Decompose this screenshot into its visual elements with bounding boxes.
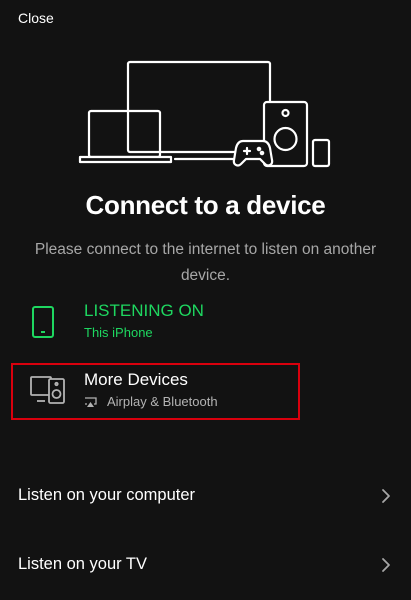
more-devices-label: More Devices [84, 370, 188, 389]
current-device-row: LISTENING ON This iPhone [26, 301, 376, 357]
current-device-name: This iPhone [84, 325, 153, 340]
chevron-right-icon [382, 558, 390, 572]
speaker-desktop-icon [30, 376, 65, 404]
listening-on-label: LISTENING ON [84, 301, 204, 320]
page-title: Connect to a device [85, 190, 326, 220]
devices-illustration [78, 60, 331, 168]
chevron-right-icon [382, 489, 390, 503]
tv-icon [126, 60, 272, 154]
listen-on-tv-label: Listen on your TV [18, 555, 148, 573]
page-subtitle: Please connect to the internet to listen… [34, 241, 377, 284]
listen-on-computer-label: Listen on your computer [18, 486, 196, 504]
more-devices-sub: Airplay & Bluetooth [107, 394, 218, 409]
top-bar: Close [0, 0, 411, 38]
laptop-icon [87, 109, 162, 159]
airplay-icon [85, 397, 97, 407]
gamepad-icon [232, 139, 274, 167]
close-button[interactable]: Close [18, 10, 54, 26]
more-devices-row[interactable]: More Devices Airplay & Bluetooth [26, 370, 376, 426]
phone-small-icon [311, 138, 331, 168]
listen-on-tv-item[interactable]: Listen on your TV [0, 545, 411, 585]
listen-on-computer-item[interactable]: Listen on your computer [0, 476, 411, 516]
phone-icon [32, 306, 54, 338]
